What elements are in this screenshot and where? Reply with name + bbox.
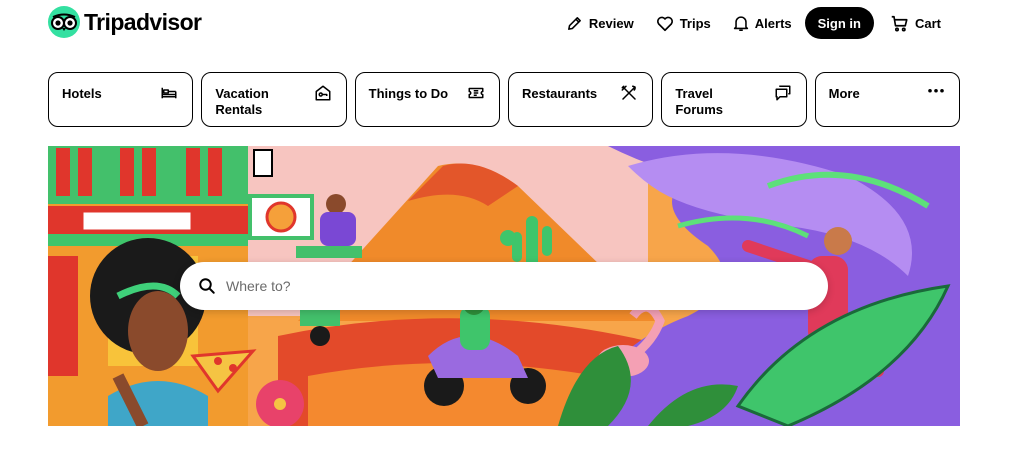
trips-link[interactable]: Trips (645, 8, 722, 38)
fork-knife-icon (621, 85, 637, 100)
hero-banner (48, 146, 960, 426)
cart-icon (891, 15, 908, 32)
tile-more[interactable]: More (814, 72, 960, 127)
tile-label: Restaurants (521, 86, 598, 101)
alerts-link[interactable]: Alerts (722, 8, 803, 38)
tile-label: Vacation Rentals (215, 86, 269, 117)
bed-icon (161, 87, 177, 99)
tile-vacation-rentals[interactable]: Vacation Rentals (201, 72, 347, 127)
pencil-icon (567, 16, 581, 30)
chat-bubbles-icon (775, 85, 791, 101)
tile-travel-forums[interactable]: Travel Forums (661, 72, 807, 127)
tile-label: Things to Do (368, 86, 449, 101)
review-link[interactable]: Review (555, 8, 645, 38)
header-nav: Review Trips Alerts Sign in Cart (555, 7, 952, 39)
bell-icon (733, 15, 748, 31)
tile-label: More (828, 86, 860, 101)
ticket-icon (468, 87, 484, 99)
category-tiles: Hotels Vacation Rentals Things to Do Res… (48, 72, 960, 127)
sign-in-button[interactable]: Sign in (804, 7, 874, 39)
alerts-label: Alerts (754, 15, 792, 31)
tile-hotels[interactable]: Hotels (48, 72, 194, 127)
tile-label: Hotels (62, 86, 102, 101)
owl-logo-icon (48, 6, 80, 38)
search-icon (199, 278, 215, 294)
heart-icon (656, 16, 673, 31)
search-bar[interactable] (180, 262, 828, 310)
tripadvisor-logo[interactable]: Tripadvisor (48, 6, 202, 38)
tile-restaurants[interactable]: Restaurants (507, 72, 654, 127)
tile-things-to-do[interactable]: Things to Do (354, 72, 500, 127)
cart-label: Cart (914, 15, 941, 31)
review-label: Review (588, 15, 634, 31)
top-header: Tripadvisor Review Trips Alerts Sign in (0, 0, 1024, 48)
brand-name: Tripadvisor (84, 8, 202, 35)
house-key-icon (315, 85, 331, 101)
more-dots-icon (928, 88, 944, 93)
search-input[interactable] (226, 266, 828, 306)
trips-label: Trips (679, 15, 711, 31)
cart-link[interactable]: Cart (880, 8, 952, 38)
tile-label: Travel Forums (675, 86, 723, 117)
